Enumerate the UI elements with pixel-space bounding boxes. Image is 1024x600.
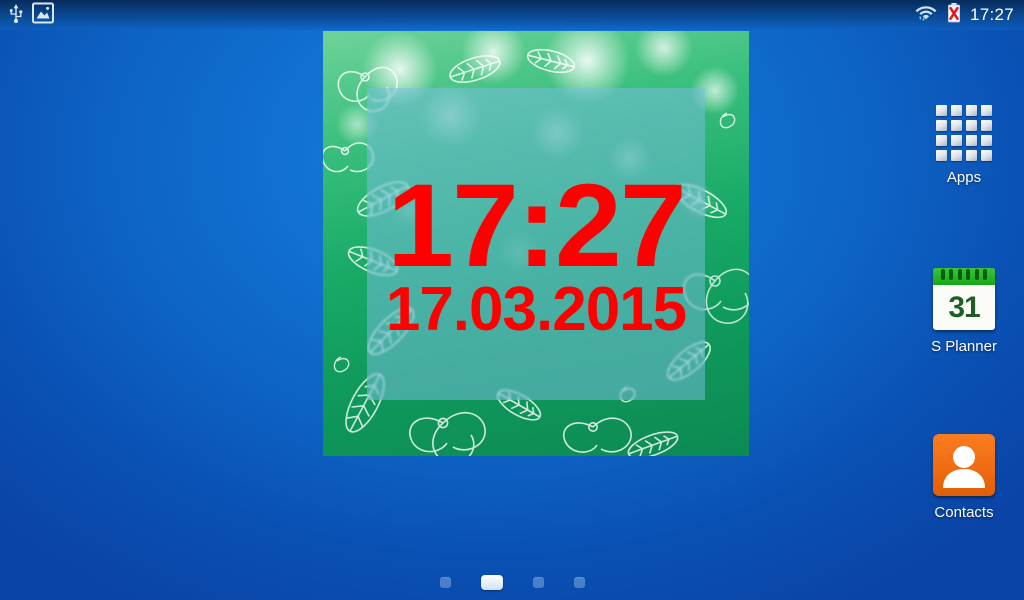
- page-dot-4[interactable]: [573, 577, 585, 588]
- calendar-icon[interactable]: 31: [933, 268, 995, 330]
- page-indicator[interactable]: [0, 575, 1024, 590]
- home-screen: 17:27 17:27 17.03.2015 Apps 31 S Planner…: [0, 0, 1024, 600]
- dock-label-contacts: Contacts: [934, 504, 994, 521]
- page-dot-2-active[interactable]: [480, 575, 503, 590]
- dock-label-apps: Apps: [946, 169, 982, 186]
- apps-grid-icon[interactable]: [936, 105, 992, 161]
- usb-icon: [8, 3, 24, 28]
- dock-item-splanner[interactable]: 31 S Planner: [904, 268, 1024, 355]
- status-bar-clock: 17:27: [969, 5, 1014, 24]
- widget-translucent-panel: [367, 88, 705, 400]
- dock-label-splanner: S Planner: [931, 338, 997, 355]
- page-dot-1[interactable]: [439, 577, 451, 588]
- battery-error-icon: [946, 2, 962, 29]
- wifi-icon: [914, 2, 938, 29]
- status-bar[interactable]: 17:27: [0, 0, 1024, 30]
- page-dot-3[interactable]: [532, 577, 544, 588]
- person-icon[interactable]: [933, 434, 995, 496]
- calendar-rings: [933, 269, 995, 283]
- clock-date-widget[interactable]: 17:27 17.03.2015: [323, 31, 749, 456]
- status-bar-left-icons: [8, 0, 54, 30]
- calendar-day-number: 31: [948, 290, 980, 324]
- status-bar-right-icons: 17:27: [914, 0, 1014, 30]
- dock-item-apps[interactable]: Apps: [904, 105, 1024, 186]
- dock-item-contacts[interactable]: Contacts: [904, 434, 1024, 521]
- screenshot-icon: [32, 2, 54, 29]
